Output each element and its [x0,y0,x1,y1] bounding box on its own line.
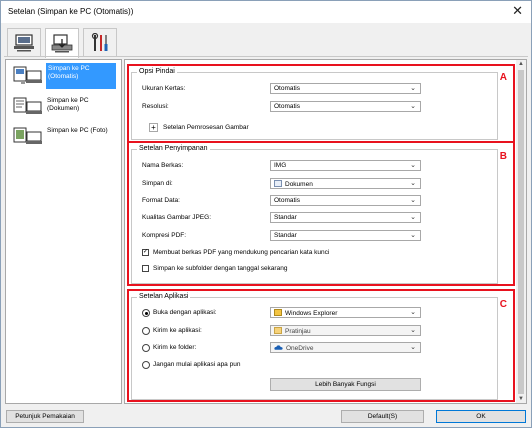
data-format-select[interactable]: Otomatis ⌄ [270,195,421,206]
section-scan-options: Opsi Pindai Ukuran Kertas: Otomatis ⌄ Re… [127,64,515,143]
paper-size-label: Ukuran Kertas: [142,85,186,92]
chevron-down-icon: ⌄ [410,197,416,204]
file-name-label: Nama Berkas: [142,162,184,169]
title-bar: Setelan (Simpan ke PC (Otomatis)) ✕ [1,1,531,23]
send-app-radio[interactable] [142,327,150,335]
chevron-down-icon: ⌄ [410,232,416,239]
defaults-button[interactable]: Default(S) [341,410,424,423]
tab-scan-from-computer[interactable] [7,28,41,57]
nav-item-label: Simpan ke PC (Dokumen) [47,97,89,112]
pdf-compression-value: Standar [274,232,297,239]
nav-item-label: Simpan ke PC (Otomatis) [46,63,116,89]
tab-scan-from-panel[interactable] [45,28,79,58]
nav-item-label: Simpan ke PC (Foto) [47,127,108,134]
save-in-value: Dokumen [285,181,313,188]
jpeg-quality-value: Standar [274,214,297,221]
expand-image-processing-button[interactable]: + [149,123,158,132]
pdf-compression-select[interactable]: Standar ⌄ [270,230,421,241]
application-settings-group: Setelan Aplikasi Buka dengan aplikasi: W… [131,293,498,400]
more-functions-button[interactable]: Lebih Banyak Fungsi [270,378,421,391]
open-app-value: Windows Explorer [285,310,338,317]
chevron-down-icon: ⌄ [410,327,416,334]
general-settings-icon [91,33,108,51]
save-settings-group: Setelan Penyimpanan Nama Berkas: IMG ⌄ S… [131,145,498,284]
no-app-label: Jangan mulai aplikasi apa pun [153,361,241,368]
scan-from-computer-icon [14,34,34,52]
send-app-select[interactable]: Pratinjau ⌄ [270,325,421,336]
subfolder-label: Simpan ke subfolder dengan tanggal sekar… [153,265,288,272]
chevron-down-icon: ⌄ [410,180,416,187]
nav-item-document[interactable]: Simpan ke PC (Dokumen) [9,94,119,120]
jpeg-quality-select[interactable]: Standar ⌄ [270,212,421,223]
jpeg-quality-label: Kualitas Gambar JPEG: [142,214,211,221]
data-format-label: Format Data: [142,197,180,204]
resolution-select[interactable]: Otomatis ⌄ [270,101,421,112]
scan-from-panel-icon [51,33,73,52]
documents-folder-icon [274,180,282,187]
scan-mode-list: Simpan ke PC (Otomatis) Simpan ke PC (Do… [5,59,122,404]
send-folder-radio[interactable] [142,344,150,352]
send-folder-select[interactable]: OneDrive ⌄ [270,342,421,353]
paper-size-value: Otomatis [274,85,301,92]
resolution-label: Resolusi: [142,103,169,110]
no-app-radio[interactable] [142,361,150,369]
chevron-down-icon: ⌄ [410,309,416,316]
searchable-pdf-checkbox[interactable]: ✓ [142,249,149,256]
send-app-value: Pratinjau [285,328,311,335]
pdf-compression-label: Kompresi PDF: [142,232,187,239]
section-letter: B [499,151,507,162]
settings-panel: Opsi Pindai Ukuran Kertas: Otomatis ⌄ Re… [124,59,527,404]
paper-size-select[interactable]: Otomatis ⌄ [270,83,421,94]
nav-item-auto[interactable]: Simpan ke PC (Otomatis) [9,63,119,89]
resolution-value: Otomatis [274,103,301,110]
file-name-value: IMG [274,162,287,169]
window-title: Setelan (Simpan ke PC (Otomatis)) [8,7,134,16]
chevron-down-icon: ⌄ [410,85,416,92]
chevron-down-icon: ⌄ [410,344,416,351]
group-title: Setelan Aplikasi [137,293,191,300]
open-app-select[interactable]: Windows Explorer ⌄ [270,307,421,318]
section-application-settings: Setelan Aplikasi Buka dengan aplikasi: W… [127,289,515,402]
group-title: Opsi Pindai [137,68,177,75]
data-format-value: Otomatis [274,197,301,204]
preview-app-icon [274,327,282,334]
document-scan-icon [13,97,42,114]
save-in-select[interactable]: Dokumen ⌄ [270,178,421,189]
chevron-down-icon: ⌄ [410,103,416,110]
section-save-settings: Setelan Penyimpanan Nama Berkas: IMG ⌄ S… [127,141,515,286]
send-folder-label: Kirim ke folder: [153,344,197,351]
windows-explorer-icon [274,309,282,316]
settings-window: Setelan (Simpan ke PC (Otomatis)) ✕ Simp… [0,0,532,428]
section-letter: A [499,72,507,83]
section-letter: C [499,299,507,310]
save-in-label: Simpan di: [142,180,173,187]
subfolder-checkbox[interactable] [142,265,149,272]
settings-scrollbar[interactable]: ▲ ▼ [516,60,526,403]
close-icon[interactable]: ✕ [512,3,523,19]
nav-item-photo[interactable]: Simpan ke PC (Foto) [9,124,119,150]
toolbar [1,23,531,58]
scroll-up-icon[interactable]: ▲ [518,61,524,67]
chevron-down-icon: ⌄ [410,214,416,221]
instructions-button[interactable]: Petunjuk Pemakaian [6,410,84,423]
scan-options-group: Opsi Pindai Ukuran Kertas: Otomatis ⌄ Re… [131,68,498,140]
auto-scan-icon [13,66,42,84]
onedrive-icon [274,345,283,350]
searchable-pdf-label: Membuat berkas PDF yang mendukung pencar… [153,249,330,256]
open-app-radio[interactable] [142,309,150,317]
scroll-down-icon[interactable]: ▼ [518,396,524,402]
tab-general-settings[interactable] [83,28,117,57]
chevron-down-icon: ⌄ [410,162,416,169]
group-title: Setelan Penyimpanan [137,145,210,152]
send-folder-value: OneDrive [286,345,314,352]
toolbar-divider [4,56,528,57]
ok-button[interactable]: OK [436,410,526,423]
send-app-label: Kirim ke aplikasi: [153,327,202,334]
image-processing-label: Setelan Pemrosesan Gambar [163,124,249,131]
open-app-label: Buka dengan aplikasi: [153,309,217,316]
photo-scan-icon [13,127,42,144]
file-name-input[interactable]: IMG ⌄ [270,160,421,171]
scrollbar-thumb[interactable] [518,70,524,394]
